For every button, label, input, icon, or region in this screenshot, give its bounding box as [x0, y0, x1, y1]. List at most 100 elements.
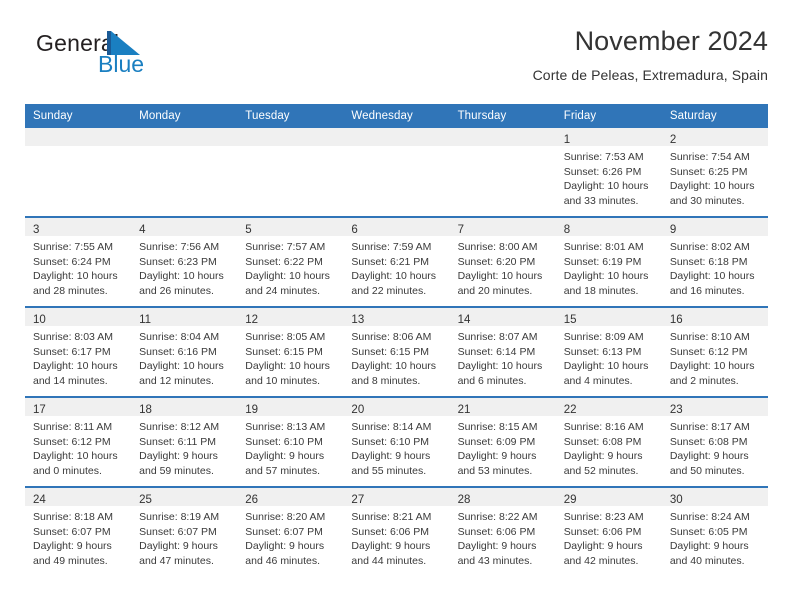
day-number: 29: [563, 494, 577, 506]
daylight-text: Daylight: 9 hours and 47 minutes.: [139, 540, 218, 567]
sunrise-text: Sunrise: 7:53 AM: [563, 151, 644, 163]
day-number: 30: [669, 494, 683, 506]
weekday-header-sunday: Sunday: [25, 104, 132, 128]
sunrise-text: Sunrise: 8:17 AM: [669, 421, 750, 433]
day-number-band: 28: [449, 488, 556, 506]
sunrise-text: Sunrise: 8:04 AM: [139, 331, 220, 343]
day-number-band: 9: [661, 218, 768, 236]
calendar-day-cell[interactable]: 26 Sunrise: 8:20 AM Sunset: 6:07 PM Dayligh…: [237, 486, 344, 576]
calendar-day-cell[interactable]: 10 Sunrise: 8:03 AM Sunset: 6:17 PM Dayligh…: [25, 306, 132, 397]
calendar-day-cell[interactable]: 23 Sunrise: 8:17 AM Sunset: 6:08 PM Dayligh…: [661, 396, 768, 487]
sunrise-text: Sunrise: 8:22 AM: [457, 511, 538, 523]
sunset-text: Sunset: 6:07 PM: [33, 525, 111, 538]
calendar-day-cell[interactable]: 22 Sunrise: 8:16 AM Sunset: 6:08 PM Dayligh…: [555, 396, 662, 487]
day-sun-info: Sunrise: 7:55 AM Sunset: 6:24 PM Daylight:…: [25, 236, 131, 298]
calendar-day-cell-empty: [237, 128, 344, 217]
sunrise-text: Sunrise: 8:16 AM: [563, 421, 644, 433]
day-number: 11: [139, 314, 152, 326]
calendar-day-cell[interactable]: 6 Sunrise: 7:59 AM Sunset: 6:21 PM Daylight…: [343, 216, 450, 307]
daylight-text: Daylight: 9 hours and 46 minutes.: [245, 540, 325, 567]
sunrise-text: Sunrise: 8:23 AM: [563, 511, 644, 523]
daylight-text: Daylight: 9 hours and 57 minutes.: [245, 450, 325, 477]
calendar-day-cell[interactable]: 16 Sunrise: 8:10 AM Sunset: 6:12 PM Dayligh…: [661, 306, 768, 397]
day-sun-info: Sunrise: 8:02 AM Sunset: 6:18 PM Daylight:…: [662, 236, 768, 298]
daylight-text: Daylight: 10 hours and 6 minutes.: [457, 360, 543, 387]
sunrise-text: Sunrise: 8:03 AM: [33, 331, 113, 343]
sunset-text: Sunset: 6:14 PM: [457, 345, 536, 358]
calendar-day-cell[interactable]: 12 Sunrise: 8:05 AM Sunset: 6:15 PM Dayligh…: [237, 306, 344, 397]
day-number: 9: [669, 224, 677, 236]
sunrise-text: Sunrise: 7:54 AM: [669, 151, 750, 163]
day-number-band: 6: [343, 218, 450, 236]
calendar-day-cell[interactable]: 1 Sunrise: 7:53 AM Sunset: 6:26 PM Daylight…: [555, 128, 662, 217]
sunset-text: Sunset: 6:18 PM: [669, 255, 748, 268]
sunset-text: Sunset: 6:07 PM: [139, 525, 217, 538]
day-sun-info: Sunrise: 8:24 AM Sunset: 6:05 PM Daylight:…: [662, 506, 768, 568]
sunset-text: Sunset: 6:12 PM: [33, 435, 111, 448]
weekday-header-saturday: Saturday: [661, 104, 768, 128]
day-number: 5: [245, 224, 252, 236]
day-sun-info: Sunrise: 8:06 AM Sunset: 6:15 PM Daylight:…: [343, 326, 449, 388]
sunset-text: Sunset: 6:09 PM: [457, 435, 536, 448]
calendar-day-cell[interactable]: 18 Sunrise: 8:12 AM Sunset: 6:11 PM Dayligh…: [131, 396, 238, 487]
day-sun-info: Sunrise: 8:18 AM Sunset: 6:07 PM Daylight:…: [25, 506, 131, 568]
calendar-day-cell[interactable]: 17 Sunrise: 8:11 AM Sunset: 6:12 PM Dayligh…: [25, 396, 132, 487]
calendar-day-cell[interactable]: 20 Sunrise: 8:14 AM Sunset: 6:10 PM Dayligh…: [343, 396, 450, 487]
sunset-text: Sunset: 6:08 PM: [563, 435, 642, 448]
sunrise-text: Sunrise: 8:06 AM: [351, 331, 432, 343]
calendar-day-cell[interactable]: 28 Sunrise: 8:22 AM Sunset: 6:06 PM Dayligh…: [449, 486, 556, 576]
sunset-text: Sunset: 6:06 PM: [351, 525, 430, 538]
day-number: 2: [669, 134, 677, 146]
weekday-header-thursday: Thursday: [449, 104, 556, 128]
calendar-day-cell[interactable]: 4 Sunrise: 7:56 AM Sunset: 6:23 PM Daylight…: [131, 216, 238, 307]
sunset-text: Sunset: 6:22 PM: [245, 255, 323, 268]
day-number: 4: [139, 224, 146, 236]
day-number-band: 14: [449, 308, 556, 326]
day-number-band: [343, 128, 450, 146]
sunset-text: Sunset: 6:10 PM: [351, 435, 430, 448]
day-number: 20: [351, 404, 365, 416]
calendar-day-cell[interactable]: 15 Sunrise: 8:09 AM Sunset: 6:13 PM Dayligh…: [555, 306, 662, 397]
calendar-day-cell-empty: [131, 128, 238, 217]
calendar-day-cell[interactable]: 5 Sunrise: 7:57 AM Sunset: 6:22 PM Daylight…: [237, 216, 344, 307]
daylight-text: Daylight: 10 hours and 12 minutes.: [139, 360, 224, 387]
daylight-text: Daylight: 9 hours and 40 minutes.: [669, 540, 749, 567]
day-sun-info: Sunrise: 8:01 AM Sunset: 6:19 PM Daylight:…: [556, 236, 662, 298]
calendar-day-cell[interactable]: 29 Sunrise: 8:23 AM Sunset: 6:06 PM Dayligh…: [555, 486, 662, 576]
calendar-day-cell[interactable]: 13 Sunrise: 8:06 AM Sunset: 6:15 PM Dayligh…: [343, 306, 450, 397]
calendar-day-cell[interactable]: 14 Sunrise: 8:07 AM Sunset: 6:14 PM Dayligh…: [449, 306, 556, 397]
calendar-day-cell[interactable]: 2 Sunrise: 7:54 AM Sunset: 6:25 PM Daylight…: [661, 128, 768, 217]
sunrise-text: Sunrise: 7:55 AM: [33, 241, 113, 253]
calendar-day-cell[interactable]: 19 Sunrise: 8:13 AM Sunset: 6:10 PM Dayligh…: [237, 396, 344, 487]
calendar-day-cell[interactable]: 30 Sunrise: 8:24 AM Sunset: 6:05 PM Dayligh…: [661, 486, 768, 576]
day-number-band: 8: [555, 218, 662, 236]
brand-logo[interactable]: General Blue: [36, 30, 226, 86]
sunset-text: Sunset: 6:19 PM: [563, 255, 642, 268]
calendar-day-cell[interactable]: 7 Sunrise: 8:00 AM Sunset: 6:20 PM Daylight…: [449, 216, 556, 307]
daylight-text: Daylight: 9 hours and 53 minutes.: [457, 450, 537, 477]
sunset-text: Sunset: 6:13 PM: [563, 345, 642, 358]
calendar-day-cell[interactable]: 25 Sunrise: 8:19 AM Sunset: 6:07 PM Dayligh…: [131, 486, 238, 576]
calendar-header-row: Sunday Monday Tuesday Wednesday Thursday…: [25, 104, 768, 128]
calendar-week-row: 24 Sunrise: 8:18 AM Sunset: 6:07 PM Dayligh…: [25, 486, 768, 576]
day-number-band: [131, 128, 238, 146]
daylight-text: Daylight: 10 hours and 0 minutes.: [33, 450, 118, 477]
day-number-band: 16: [661, 308, 768, 326]
calendar-day-cell[interactable]: 21 Sunrise: 8:15 AM Sunset: 6:09 PM Dayligh…: [449, 396, 556, 487]
calendar-day-cell[interactable]: 3 Sunrise: 7:55 AM Sunset: 6:24 PM Daylight…: [25, 216, 132, 307]
day-sun-info: Sunrise: 8:15 AM Sunset: 6:09 PM Daylight:…: [450, 416, 556, 478]
calendar-day-cell[interactable]: 11 Sunrise: 8:04 AM Sunset: 6:16 PM Dayligh…: [131, 306, 238, 397]
calendar-day-cell[interactable]: 9 Sunrise: 8:02 AM Sunset: 6:18 PM Daylight…: [661, 216, 768, 307]
calendar-day-cell[interactable]: 8 Sunrise: 8:01 AM Sunset: 6:19 PM Daylight…: [555, 216, 662, 307]
day-number: 12: [245, 314, 259, 326]
day-number-band: 22: [555, 398, 662, 416]
title-block: November 2024 Corte de Peleas, Extremadu…: [533, 24, 768, 86]
calendar-day-cell[interactable]: 24 Sunrise: 8:18 AM Sunset: 6:07 PM Dayligh…: [25, 486, 132, 576]
calendar-day-cell[interactable]: 27 Sunrise: 8:21 AM Sunset: 6:06 PM Dayligh…: [343, 486, 450, 576]
sunrise-text: Sunrise: 8:00 AM: [457, 241, 538, 253]
day-number-band: 4: [131, 218, 238, 236]
sunset-text: Sunset: 6:23 PM: [139, 255, 217, 268]
daylight-text: Daylight: 9 hours and 59 minutes.: [139, 450, 218, 477]
day-number: 15: [563, 314, 577, 326]
day-sun-info: Sunrise: 8:09 AM Sunset: 6:13 PM Daylight:…: [556, 326, 662, 388]
